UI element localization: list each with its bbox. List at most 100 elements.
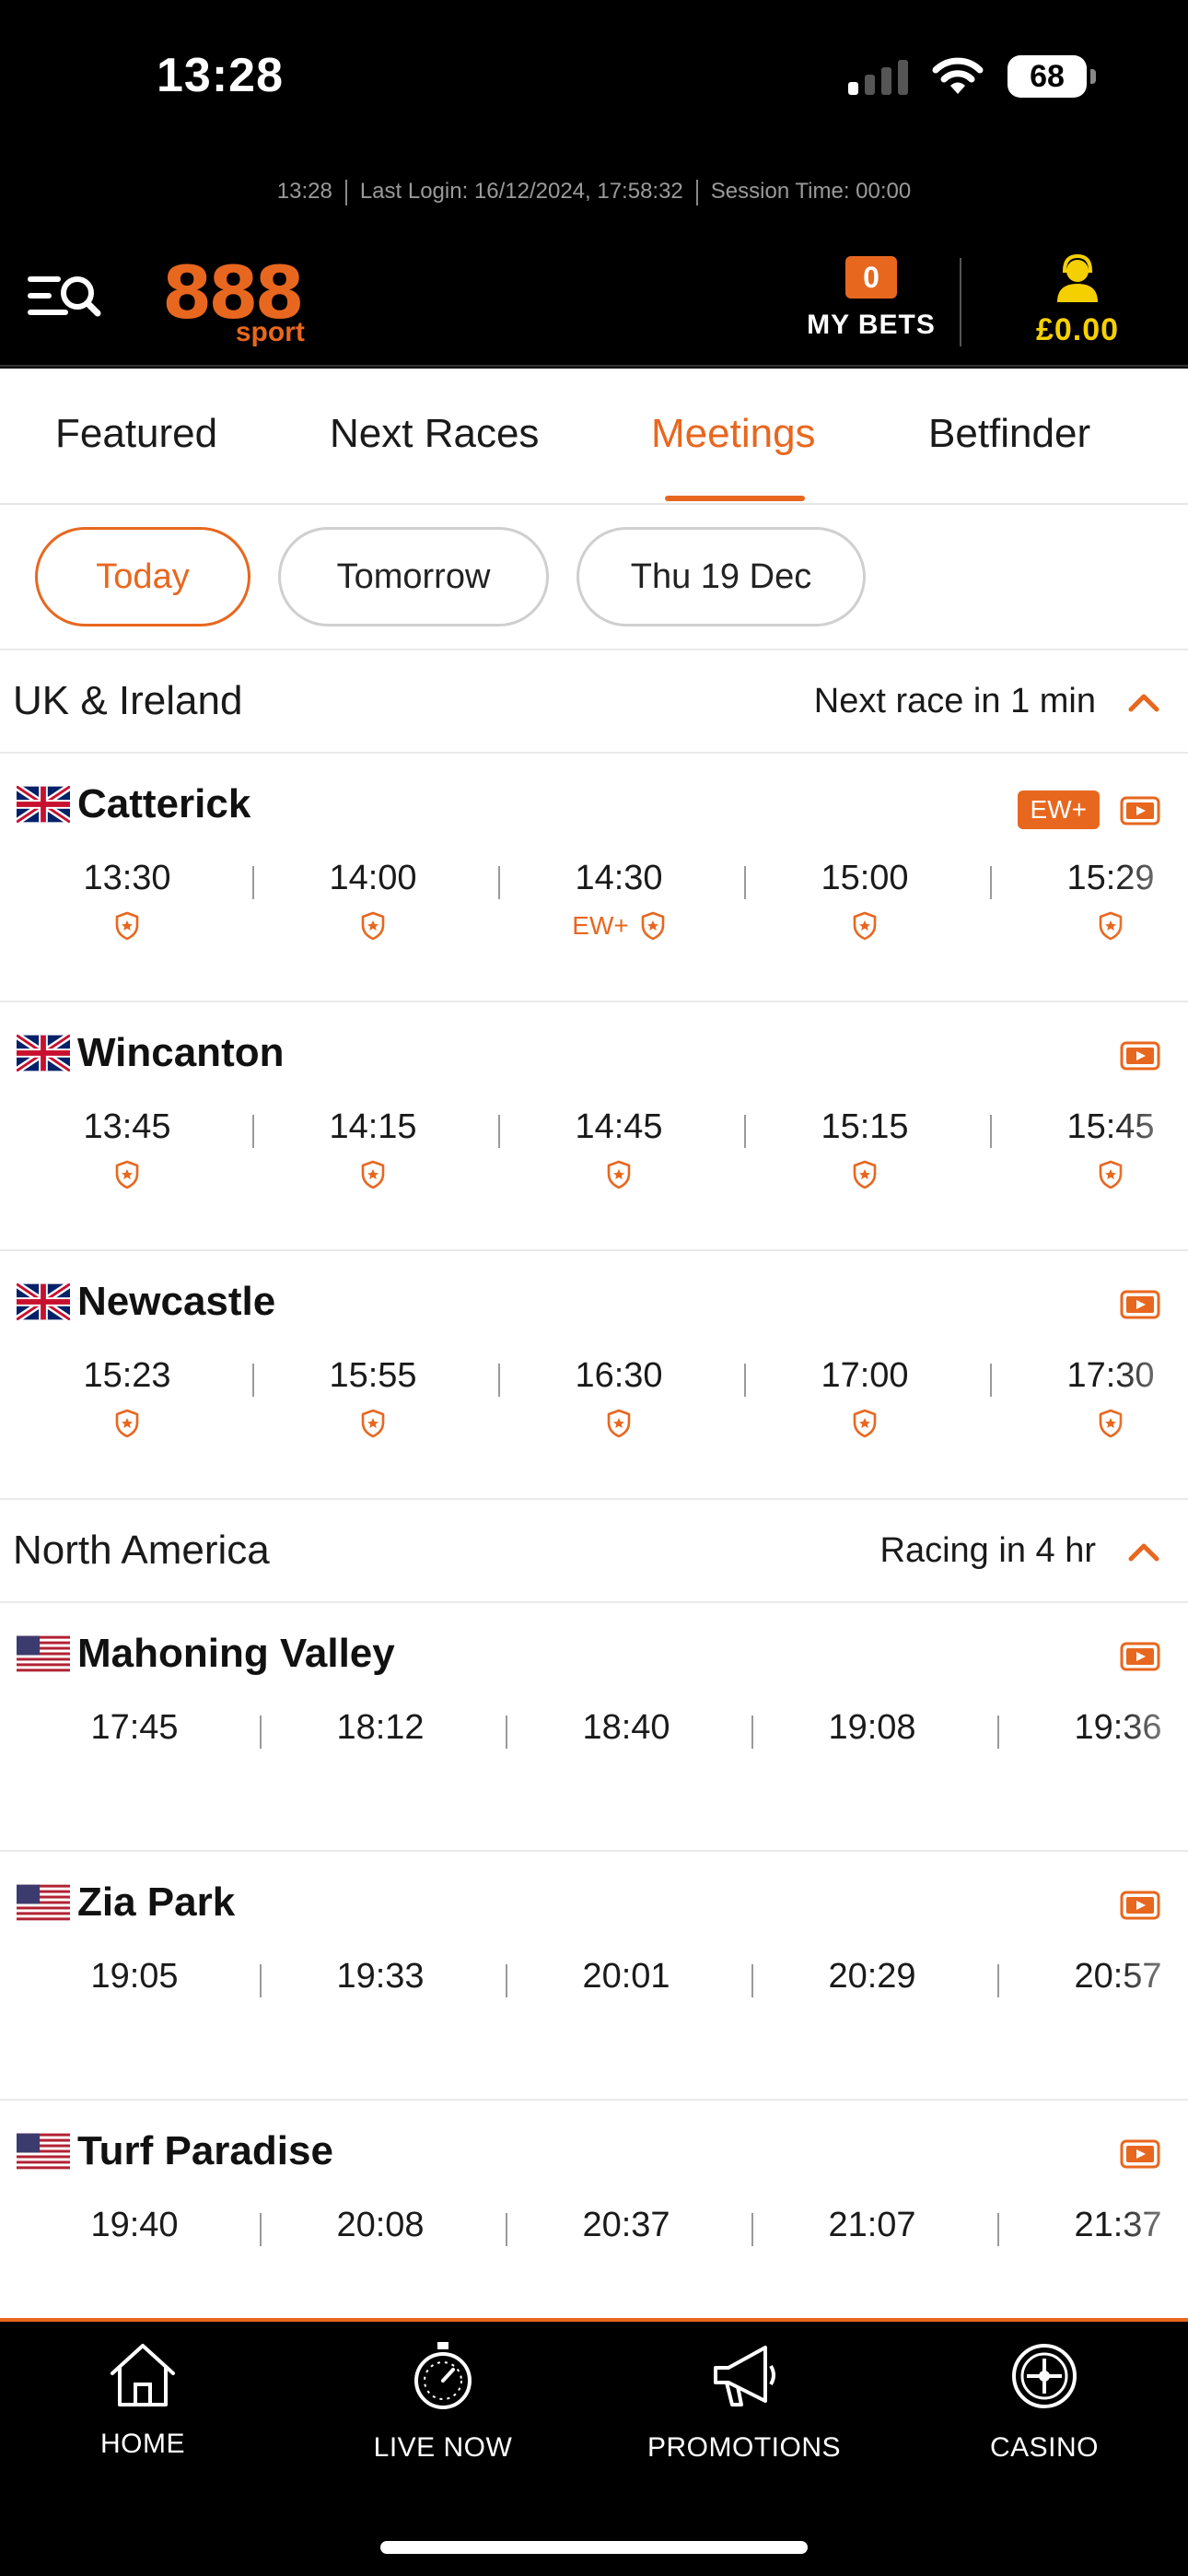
race-slot[interactable]: 19:36 [1044, 1708, 1188, 1748]
status-bar: 13:28 68 [0, 0, 1188, 157]
day-chip-thu-19-dec[interactable]: Thu 19 Dec [577, 527, 866, 626]
chevron-up-icon[interactable] [1125, 685, 1162, 719]
race-times-row: 13:30 14:00 14:30 EW+ 15:00 15:29 [0, 859, 1188, 969]
race-slot[interactable]: 20:37 [553, 2206, 700, 2245]
race-slot[interactable]: 15:29 [1037, 859, 1184, 941]
race-slot[interactable]: 14:30 EW+ [545, 859, 693, 941]
meeting-header[interactable]: Zia Park [17, 1879, 235, 1926]
meeting-name: Wincanton [77, 1030, 285, 1075]
menu-search-icon[interactable] [26, 267, 101, 328]
chevron-up-icon[interactable] [1125, 1535, 1162, 1568]
race-slot[interactable]: 20:29 [798, 1957, 946, 1996]
race-time: 15:55 [329, 1356, 417, 1395]
race-slot[interactable]: 20:01 [553, 1957, 700, 1996]
app-header: 888 sport 0 MY BETS £0.00 [0, 240, 1188, 367]
race-time: 19:05 [90, 1957, 179, 1996]
my-bets-button[interactable]: 0 MY BETS [807, 256, 936, 341]
race-slot[interactable]: 18:40 [553, 1708, 700, 1748]
race-separator [751, 2213, 753, 2246]
race-slot[interactable]: 14:00 [299, 859, 447, 941]
nav-live-now[interactable]: LIVE NOW [332, 2340, 553, 2464]
race-separator [744, 866, 746, 899]
race-slot[interactable]: 13:30 [53, 859, 201, 941]
meeting-header[interactable]: Mahoning Valley [17, 1631, 395, 1677]
race-slot[interactable]: 17:00 [791, 1356, 938, 1438]
shield-star-icon [853, 1160, 877, 1189]
race-separator [997, 2213, 999, 2246]
race-separator [506, 1715, 507, 1749]
race-slot[interactable]: 15:00 [791, 859, 938, 941]
tab-next-races[interactable]: Next Races [330, 411, 539, 457]
race-slot[interactable]: 21:07 [798, 2206, 946, 2245]
race-time: 17:00 [821, 1356, 909, 1395]
race-time: 21:37 [1074, 2206, 1162, 2244]
meeting-header[interactable]: Turf Paradise [17, 2128, 333, 2174]
home-indicator[interactable] [380, 2541, 808, 2554]
header-divider [960, 258, 961, 346]
race-separator [990, 866, 992, 899]
race-meta [299, 1160, 447, 1189]
region-header[interactable]: UK & Ireland Next race in 1 min [0, 650, 1188, 754]
region-header[interactable]: North America Racing in 4 hr [0, 1500, 1188, 1603]
day-chip-today[interactable]: Today [35, 527, 250, 626]
shield-star-icon [853, 911, 877, 941]
tab-meetings[interactable]: Meetings [651, 411, 816, 457]
race-slot[interactable]: 17:30 [1037, 1356, 1184, 1438]
battery-icon: 68 [1007, 55, 1096, 98]
meeting-name: Zia Park [77, 1879, 236, 1925]
race-slot[interactable]: 15:23 [53, 1356, 201, 1438]
race-slot[interactable]: 16:30 [545, 1356, 693, 1438]
nav-live-now-label: LIVE NOW [373, 2432, 513, 2463]
meeting-header[interactable]: Wincanton [17, 1030, 284, 1076]
race-slot[interactable]: 19:33 [307, 1957, 454, 1996]
tab-featured[interactable]: Featured [55, 411, 217, 457]
day-chip-tomorrow[interactable]: Tomorrow [278, 527, 549, 626]
account-button[interactable]: £0.00 [1013, 252, 1142, 348]
brand-logo[interactable]: 888 sport [162, 258, 305, 346]
live-stream-icon[interactable] [1120, 1041, 1160, 1071]
race-slot[interactable]: 18:12 [307, 1708, 454, 1748]
race-slot[interactable]: 20:57 [1044, 1957, 1188, 1996]
live-stream-icon[interactable] [1120, 1891, 1160, 1920]
race-slot[interactable]: 17:45 [61, 1708, 208, 1748]
race-times-row: 19:05 19:33 20:01 20:29 20:57 [0, 1957, 1188, 2067]
live-stream-icon[interactable] [1120, 796, 1160, 825]
race-slot[interactable]: 19:40 [61, 2206, 208, 2245]
meeting-card: Wincanton 13:45 14:15 14:45 15:15 15:45 [0, 1002, 1188, 1251]
race-separator [990, 1115, 992, 1148]
race-slot[interactable]: 13:45 [53, 1107, 201, 1189]
shield-star-icon [1099, 1160, 1123, 1189]
nav-home[interactable]: HOME [32, 2340, 253, 2460]
race-slot[interactable]: 15:45 [1037, 1107, 1184, 1189]
meeting-card: Newcastle 15:23 15:55 16:30 17:00 17:30 [0, 1251, 1188, 1500]
race-meta [53, 1409, 201, 1438]
race-slot[interactable]: 15:15 [791, 1107, 938, 1189]
race-time: 21:07 [828, 2206, 916, 2244]
uk-flag-icon [17, 1283, 70, 1320]
live-stream-icon[interactable] [1120, 1642, 1160, 1671]
nav-promotions[interactable]: PROMOTIONS [634, 2340, 855, 2464]
region-name: UK & Ireland [13, 678, 243, 723]
race-time: 19:40 [90, 2206, 179, 2244]
tab-betfinder[interactable]: Betfinder [928, 411, 1090, 457]
race-meta [791, 1160, 938, 1189]
race-separator [498, 1364, 500, 1397]
race-slot[interactable]: 14:45 [545, 1107, 693, 1189]
race-meta [299, 1409, 447, 1438]
live-stream-icon[interactable] [1120, 2139, 1160, 2169]
race-slot[interactable]: 15:55 [299, 1356, 447, 1438]
meeting-header[interactable]: Catterick [17, 781, 250, 827]
live-stream-icon[interactable] [1120, 1290, 1160, 1319]
race-slot[interactable]: 20:08 [307, 2206, 454, 2245]
shield-star-icon [853, 1409, 877, 1438]
race-time: 19:08 [828, 1708, 916, 1747]
race-slot[interactable]: 19:05 [61, 1957, 208, 1996]
us-flag-icon [17, 1884, 70, 1921]
race-slot[interactable]: 21:37 [1044, 2206, 1188, 2245]
race-slot[interactable]: 14:15 [299, 1107, 447, 1189]
race-separator [997, 1964, 999, 1997]
race-slot[interactable]: 19:08 [798, 1708, 946, 1748]
nav-casino[interactable]: CASINO [934, 2340, 1155, 2464]
meeting-header[interactable]: Newcastle [17, 1279, 275, 1325]
uk-flag-icon [17, 1035, 70, 1071]
